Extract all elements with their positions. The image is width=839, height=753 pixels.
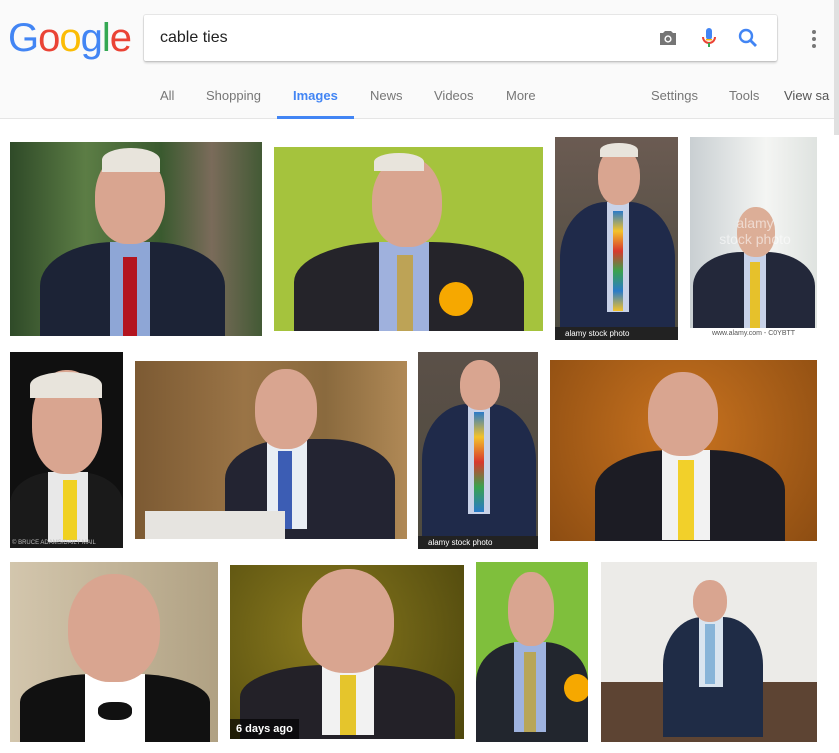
scrollbar-track[interactable] bbox=[834, 0, 839, 135]
newspaper bbox=[145, 511, 285, 539]
tab-images[interactable]: Images bbox=[277, 76, 354, 119]
image-result[interactable]: alamy stock photo bbox=[418, 352, 538, 549]
image-result[interactable]: 6 days ago bbox=[230, 565, 464, 739]
image-credit: alamy stock photo bbox=[418, 536, 538, 549]
logo-letter: e bbox=[109, 16, 132, 60]
rosette-icon bbox=[564, 674, 588, 702]
camera-icon[interactable] bbox=[656, 26, 680, 50]
date-badge: 6 days ago bbox=[230, 719, 299, 739]
logo-letter: o bbox=[38, 16, 60, 60]
tab-more[interactable]: More bbox=[506, 76, 536, 119]
logo-letter: g bbox=[80, 16, 103, 60]
search-tabs: All Shopping Images News Videos More Set… bbox=[0, 76, 839, 119]
image-result[interactable] bbox=[135, 361, 407, 539]
logo-letter: o bbox=[59, 16, 81, 60]
image-result[interactable]: © BRUCE ADAMS/DAILY MAIL bbox=[10, 352, 123, 548]
image-result[interactable] bbox=[10, 562, 218, 742]
image-result[interactable] bbox=[476, 562, 588, 742]
tab-news[interactable]: News bbox=[370, 76, 403, 119]
logo-letter: G bbox=[8, 16, 39, 60]
microphone-icon[interactable] bbox=[697, 26, 721, 50]
image-credit: © BRUCE ADAMS/DAILY MAIL bbox=[12, 540, 96, 546]
logo-letter: l bbox=[101, 16, 111, 60]
search-box bbox=[144, 15, 777, 61]
image-result[interactable] bbox=[274, 147, 543, 331]
more-options-icon[interactable] bbox=[812, 30, 818, 50]
header-bar: Google All Shopping Images News Videos M… bbox=[0, 0, 839, 119]
tab-settings[interactable]: Settings bbox=[651, 76, 698, 119]
rosette-icon bbox=[439, 282, 473, 316]
tab-shopping[interactable]: Shopping bbox=[206, 76, 261, 119]
image-credit: alamy stock photo bbox=[555, 327, 678, 340]
search-input[interactable] bbox=[160, 15, 630, 61]
image-result[interactable] bbox=[601, 562, 817, 742]
tab-videos[interactable]: Videos bbox=[434, 76, 474, 119]
tab-all[interactable]: All bbox=[160, 76, 174, 119]
image-result[interactable] bbox=[550, 360, 817, 541]
search-icon[interactable] bbox=[736, 26, 760, 50]
image-result[interactable] bbox=[10, 142, 262, 336]
tab-view-saved[interactable]: View sa bbox=[784, 76, 829, 119]
image-credit: www.alamy.com - C0YBTT bbox=[690, 328, 817, 340]
image-result[interactable]: alamy stock photo bbox=[555, 137, 678, 340]
image-results-grid: alamy stock photo alamy stock photo www.a… bbox=[0, 120, 839, 753]
image-result[interactable]: alamy stock photo www.alamy.com - C0YBTT bbox=[690, 137, 817, 340]
tab-tools[interactable]: Tools bbox=[729, 76, 759, 119]
bow-tie bbox=[98, 702, 132, 720]
watermark: alamy stock photo bbox=[719, 215, 791, 247]
google-logo[interactable]: Google bbox=[8, 14, 132, 62]
